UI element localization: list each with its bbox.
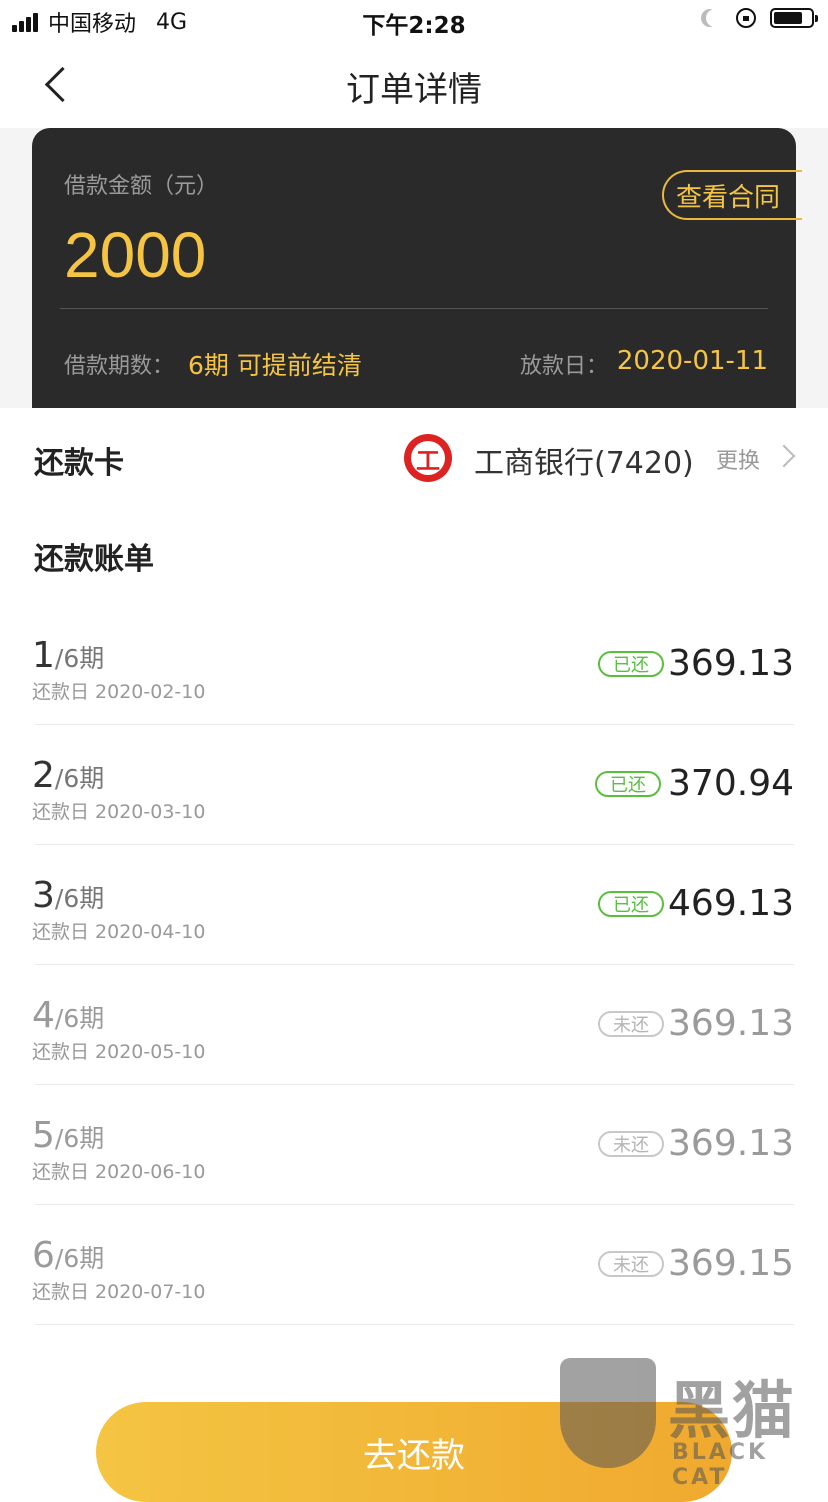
status-right	[700, 8, 818, 28]
installment-row[interactable]: 5 /6期 还款日 2020-06-10 未还 369.13	[0, 1085, 828, 1205]
installment-row[interactable]: 4 /6期 还款日 2020-05-10 未还 369.13	[0, 965, 828, 1085]
row-divider	[34, 1324, 794, 1325]
status-badge: 未还	[598, 1011, 664, 1037]
installment-due-date: 还款日 2020-02-10	[32, 681, 206, 703]
installment-list: 1 /6期 还款日 2020-02-10 已还 369.13 2 /6期 还款日…	[0, 605, 828, 1325]
installment-row[interactable]: 1 /6期 还款日 2020-02-10 已还 369.13	[0, 605, 828, 725]
bill-section-title: 还款账单	[34, 542, 154, 577]
installment-due-date: 还款日 2020-07-10	[32, 1281, 206, 1303]
installment-amount: 469.13	[668, 883, 794, 924]
chevron-right-icon	[772, 444, 796, 468]
installment-due-date: 还款日 2020-03-10	[32, 801, 206, 823]
installment-total: /6期	[54, 884, 105, 913]
bank-name: 工商银行(7420)	[474, 446, 694, 481]
status-bar: 中国移动 4G 下午2:28	[0, 0, 828, 42]
status-badge: 未还	[598, 1131, 664, 1157]
installment-row[interactable]: 2 /6期 还款日 2020-03-10 已还 370.94	[0, 725, 828, 845]
repay-card-label: 还款卡	[34, 446, 124, 481]
installment-total: /6期	[54, 644, 105, 673]
installment-amount: 370.94	[668, 763, 794, 804]
repay-card-row[interactable]: 还款卡 工商银行(7420) 更换	[0, 408, 828, 508]
installment-period: 5 /6期	[32, 1115, 104, 1156]
cat-shield-icon	[560, 1358, 656, 1468]
installment-total: /6期	[54, 764, 105, 793]
change-card-link[interactable]: 更换	[716, 443, 760, 475]
view-contract-button[interactable]: 查看合同	[662, 170, 802, 220]
status-badge: 已还	[598, 891, 664, 917]
installment-due-date: 还款日 2020-05-10	[32, 1041, 206, 1063]
installment-total: /6期	[54, 1124, 105, 1153]
installment-period: 3 /6期	[32, 875, 104, 916]
installment-amount: 369.15	[668, 1243, 794, 1284]
installment-number: 5	[32, 1115, 55, 1156]
installment-amount: 369.13	[668, 643, 794, 684]
installment-due-date: 还款日 2020-04-10	[32, 921, 206, 943]
installment-amount: 369.13	[668, 1003, 794, 1044]
installment-amount: 369.13	[668, 1123, 794, 1164]
moon-icon	[706, 9, 724, 27]
loan-date-label: 放款日：	[520, 354, 609, 379]
installment-total: /6期	[54, 1244, 105, 1273]
installment-total: /6期	[54, 1004, 105, 1033]
page-title: 订单详情	[346, 70, 482, 110]
watermark-subtext: BLACK CAT	[672, 1440, 769, 1490]
installment-number: 6	[32, 1235, 55, 1276]
installment-row[interactable]: 3 /6期 还款日 2020-04-10 已还 469.13	[0, 845, 828, 965]
installment-number: 2	[32, 755, 55, 796]
watermark-text: 黑猫	[668, 1374, 797, 1447]
loan-amount-label: 借款金额（元）	[64, 174, 219, 199]
black-cat-watermark: 黑猫 BLACK CAT	[560, 1358, 828, 1490]
loan-date-value: 2020-01-11	[616, 346, 768, 376]
loan-amount: 2000	[64, 219, 207, 291]
installment-number: 4	[32, 995, 55, 1036]
loan-terms-label: 借款期数：	[64, 354, 175, 379]
rotation-lock-icon	[736, 8, 756, 28]
card-divider	[60, 308, 768, 309]
battery-icon	[770, 8, 818, 28]
status-badge: 已还	[598, 651, 664, 677]
installment-row[interactable]: 6 /6期 还款日 2020-07-10 未还 369.15	[0, 1205, 828, 1325]
installment-number: 1	[32, 635, 55, 676]
installment-period: 1 /6期	[32, 635, 104, 676]
installment-due-date: 还款日 2020-06-10	[32, 1161, 206, 1183]
nav-bar: 订单详情	[0, 42, 828, 128]
loan-card: 借款金额（元） 2000 查看合同 借款期数： 6期 可提前结清 放款日： 20…	[32, 128, 802, 408]
installment-period: 2 /6期	[32, 755, 104, 796]
status-badge: 未还	[598, 1251, 664, 1277]
installment-number: 3	[32, 875, 55, 916]
installment-period: 4 /6期	[32, 995, 104, 1036]
loan-terms-value: 6期 可提前结清	[188, 351, 362, 380]
installment-period: 6 /6期	[32, 1235, 104, 1276]
icbc-logo-icon	[404, 434, 452, 482]
status-badge: 已还	[595, 771, 661, 797]
